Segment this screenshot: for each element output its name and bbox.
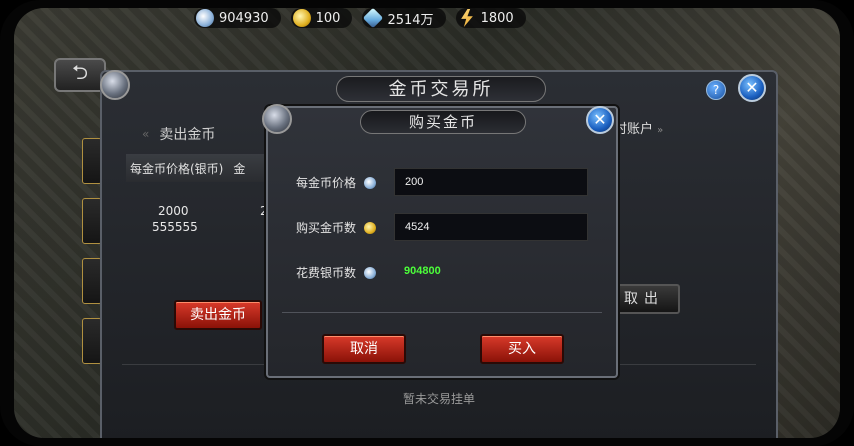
quantity-input[interactable]: 4524 — [394, 213, 588, 241]
energy-amount: 1800 — [480, 10, 514, 26]
price-field: 200 — [394, 168, 588, 196]
tab-account[interactable]: 时账户 » — [614, 118, 663, 137]
dialog-title: 购买金币 — [360, 110, 526, 134]
energy-resource: 1800 — [455, 8, 526, 28]
buy-button[interactable]: 买入 — [480, 334, 564, 364]
cancel-button[interactable]: 取消 — [322, 334, 406, 364]
empty-listing-message: 暂未交易挂单 — [402, 392, 475, 406]
back-button[interactable]: ⮌ — [54, 58, 106, 92]
silver-resource: 904930 — [194, 8, 281, 28]
silver-coin-icon — [364, 266, 377, 279]
silver-coin-icon — [196, 9, 214, 27]
resource-bar: 904930 100 2514万 1800 — [194, 8, 526, 30]
energy-icon — [461, 9, 473, 27]
table-row[interactable]: 555555 — [152, 220, 198, 234]
close-dialog-button[interactable]: ✕ — [586, 106, 614, 134]
quantity-label: 购买金币数 — [296, 219, 377, 236]
chevron-left-icon: « — [142, 127, 150, 141]
left-slot[interactable] — [82, 258, 102, 304]
chevron-right-icon: » — [657, 125, 664, 136]
game-screen: 904930 100 2514万 1800 ⮌ 金币交易所 ? ✕ « 卖出金币… — [14, 8, 840, 438]
cost-value: 904800 — [404, 265, 441, 277]
sell-gold-button[interactable]: 卖出金币 — [174, 300, 262, 330]
cost-label-text: 花费银币数 — [296, 266, 357, 280]
divider — [282, 312, 602, 313]
withdraw-button[interactable]: 取出 — [608, 284, 680, 314]
corner-gem-icon — [262, 104, 292, 134]
row-price: 2000 — [158, 204, 189, 218]
table-header: 每金币价格(银币) 金 — [126, 154, 276, 182]
cost-label: 花费银币数 — [296, 264, 377, 281]
diamond-icon — [363, 8, 384, 29]
tab-account-label: 时账户 — [614, 122, 654, 137]
silver-coin-icon — [364, 176, 377, 189]
row-price: 555555 — [152, 220, 198, 234]
quantity-label-text: 购买金币数 — [296, 221, 357, 235]
price-label-text: 每金币价格 — [296, 176, 357, 190]
diamond-amount: 2514万 — [387, 12, 434, 28]
corner-gem-icon — [100, 70, 130, 100]
help-icon[interactable]: ? — [706, 80, 726, 100]
gold-coin-icon — [364, 221, 377, 234]
diamond-resource: 2514万 — [362, 8, 446, 29]
column-header-price: 每金币价格(银币) — [130, 161, 224, 176]
close-panel-button[interactable]: ✕ — [738, 74, 766, 102]
table-row[interactable]: 2000 — [158, 204, 189, 218]
left-slot[interactable] — [82, 138, 102, 184]
column-header-amount: 金 — [233, 161, 246, 176]
device-frame: 904930 100 2514万 1800 ⮌ 金币交易所 ? ✕ « 卖出金币… — [0, 0, 854, 446]
price-label: 每金币价格 — [296, 174, 377, 191]
back-arrow-icon: ⮌ — [71, 60, 89, 84]
tab-sell-gold-label: 卖出金币 — [159, 127, 216, 143]
panel-title: 金币交易所 — [336, 76, 546, 102]
gold-resource: 100 — [290, 8, 353, 28]
left-slot[interactable] — [82, 198, 102, 244]
left-slot[interactable] — [82, 318, 102, 364]
gold-amount: 100 — [315, 10, 341, 26]
gold-coin-icon — [292, 9, 311, 27]
silver-amount: 904930 — [219, 10, 269, 26]
tab-sell-gold[interactable]: « 卖出金币 — [142, 122, 262, 146]
buy-gold-dialog: 购买金币 ✕ 每金币价格 200 购买金币数 4524 花费银币数 904800… — [262, 104, 618, 378]
